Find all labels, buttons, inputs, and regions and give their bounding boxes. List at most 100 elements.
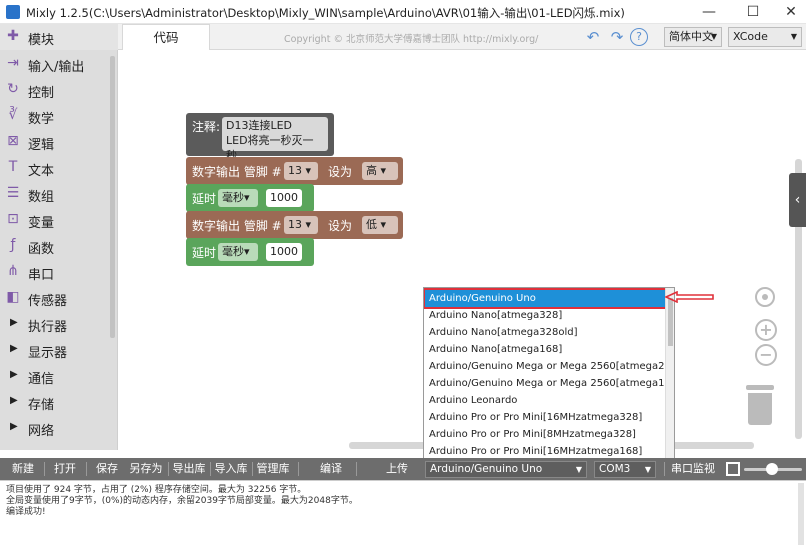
sidebar-item-communication[interactable]: ▶ 通信 — [0, 363, 110, 389]
code-panel-toggle[interactable]: ‹ — [789, 173, 806, 227]
sidebar-item-label: 函数 — [28, 242, 55, 257]
digital-write-block[interactable]: 数字输出 管脚 # 13 ▾ 设为 高 ▾ — [186, 157, 403, 185]
workspace-tabbar: 代码 Copyright © 北京师范大学傅嘉博士团队 http://mixly… — [118, 24, 806, 50]
port-select[interactable]: COM3 ▼ — [594, 461, 656, 478]
zoom-slider-handle[interactable] — [766, 463, 778, 475]
sidebar-item-label: 显示器 — [28, 346, 68, 361]
board-option[interactable]: Arduino Nano[atmega168] — [425, 341, 666, 358]
unit-value: 毫秒 — [222, 245, 244, 258]
level-value: 高 — [366, 164, 377, 177]
digital-write-block[interactable]: 数字输出 管脚 # 13 ▾ 设为 低 ▾ — [186, 211, 403, 239]
import-library-button[interactable]: 导入库 — [212, 458, 250, 480]
pin-dropdown[interactable]: 13 ▾ — [284, 216, 318, 234]
chip-icon[interactable] — [726, 462, 740, 476]
sidebar-item-storage[interactable]: ▶ 存储 — [0, 389, 110, 415]
tab-code[interactable]: 代码 — [122, 24, 210, 50]
serial-monitor-button[interactable]: 串口监视器 — [666, 458, 720, 497]
board-option[interactable]: Arduino Leonardo — [425, 392, 666, 409]
undo-icon[interactable]: ↶ — [584, 28, 602, 46]
chevron-down-icon: ▼ — [790, 32, 797, 41]
sidebar-item-sensor[interactable]: ◧ 传感器 — [0, 285, 110, 311]
export-library-button[interactable]: 导出库 — [170, 458, 208, 480]
zoom-out-icon[interactable]: − — [755, 344, 777, 366]
theme-select[interactable]: XCode ▼ — [728, 27, 802, 47]
save-button[interactable]: 保存 — [88, 458, 126, 480]
board-option[interactable]: Arduino Pro or Pro Mini[8MHzatmega328] — [425, 426, 666, 443]
zoom-in-icon[interactable]: + — [755, 319, 777, 341]
sidebar-item-label: 文本 — [28, 164, 55, 179]
recenter-icon[interactable] — [755, 287, 775, 307]
comment-label: 注释: — [192, 120, 221, 134]
board-dropdown-list[interactable]: Arduino/Genuino Uno Arduino Nano[atmega3… — [423, 287, 675, 461]
sidebar-item-logic[interactable]: ⊠ 逻辑 — [0, 129, 110, 155]
level-dropdown[interactable]: 低 ▾ — [362, 216, 398, 234]
language-select[interactable]: 简体中文 ▼ — [664, 27, 722, 47]
comment-block[interactable]: 注释: D13连接LED LED将亮一秒灭一秒 — [186, 113, 334, 162]
board-option[interactable]: Arduino Pro or Pro Mini[16MHzatmega328] — [425, 409, 666, 426]
redo-icon[interactable]: ↷ — [608, 28, 626, 46]
comment-line: D13连接LED — [226, 119, 293, 132]
new-button[interactable]: 新建 — [4, 458, 42, 480]
sidebar-item-variable[interactable]: ⊡ 变量 — [0, 207, 110, 233]
trash-icon[interactable] — [746, 385, 774, 425]
maximize-button[interactable]: ☐ — [734, 0, 772, 24]
close-button[interactable]: ✕ — [772, 0, 806, 24]
chevron-left-icon: ‹ — [794, 192, 801, 208]
open-button[interactable]: 打开 — [46, 458, 84, 480]
delay-block[interactable]: 延时 毫秒▾ 1000 — [186, 238, 314, 266]
board-option[interactable]: Arduino/Genuino Uno — [424, 288, 668, 309]
toolbar-divider — [44, 462, 45, 476]
sidebar-item-label: 控制 — [28, 86, 55, 101]
variable-icon: ⊡ — [7, 211, 19, 227]
sidebar-item-network[interactable]: ▶ 网络 — [0, 415, 110, 441]
sidebar-item-display[interactable]: ▶ 显示器 — [0, 337, 110, 363]
sidebar-header: ✚ 模块 — [0, 24, 118, 50]
sidebar-item-function[interactable]: ƒ 函数 — [0, 233, 110, 259]
sidebar-item-modules[interactable]: ✚ 模块 — [0, 24, 110, 50]
save-as-button[interactable]: 另存为 — [126, 458, 166, 480]
comment-textarea[interactable]: D13连接LED LED将亮一秒灭一秒 — [222, 117, 328, 162]
delay-block[interactable]: 延时 毫秒▾ 1000 — [186, 184, 314, 212]
sidebar-scrollbar[interactable] — [110, 56, 115, 338]
board-value: Arduino/Genuino Uno — [430, 463, 543, 475]
delay-input[interactable]: 1000 — [266, 243, 302, 261]
sidebar-item-text[interactable]: T 文本 — [0, 155, 110, 181]
board-select[interactable]: Arduino/Genuino Uno ▼ — [425, 461, 587, 478]
unit-dropdown[interactable]: 毫秒▾ — [218, 189, 258, 207]
toolbar-divider — [252, 462, 253, 476]
sidebar-item-array[interactable]: ☰ 数组 — [0, 181, 110, 207]
chevron-down-icon: ▼ — [710, 32, 717, 41]
sidebar-item-label: 模块 — [28, 33, 55, 48]
dropdown-scrollbar[interactable] — [665, 288, 674, 460]
sidebar-item-control[interactable]: ↻ 控制 — [0, 77, 110, 103]
copyright-text: Copyright © 北京师范大学傅嘉博士团队 http://mixly.or… — [284, 34, 539, 45]
pin-dropdown[interactable]: 13 ▾ — [284, 162, 318, 180]
manage-library-button[interactable]: 管理库 — [254, 458, 292, 480]
upload-button[interactable]: 上传 — [378, 458, 416, 480]
sidebar-item-math[interactable]: ∛ 数学 — [0, 103, 110, 129]
sidebar-item-serial[interactable]: ⋔ 串口 — [0, 259, 110, 285]
delay-input[interactable]: 1000 — [266, 189, 302, 207]
help-icon[interactable]: ? — [630, 28, 648, 46]
pin-value: 13 — [288, 164, 302, 177]
sidebar-item-actuator[interactable]: ▶ 执行器 — [0, 311, 110, 337]
board-option[interactable]: Arduino/Genuino Mega or Mega 2560[atmega… — [425, 375, 674, 392]
board-option[interactable]: Arduino/Genuino Mega or Mega 2560[atmega… — [425, 358, 674, 375]
minimize-button[interactable]: — — [690, 0, 728, 24]
board-option[interactable]: Arduino Nano[atmega328old] — [425, 324, 666, 341]
dropdown-scrollbar-thumb[interactable] — [668, 298, 673, 346]
annotation-arrow-icon — [665, 291, 714, 303]
compile-button[interactable]: 编译 — [312, 458, 350, 480]
unit-dropdown[interactable]: 毫秒▾ — [218, 243, 258, 261]
sidebar-item-label: 网络 — [28, 424, 55, 439]
level-dropdown[interactable]: 高 ▾ — [362, 162, 398, 180]
chevron-down-icon: ▼ — [644, 465, 651, 474]
console-line: 全局变量使用了9字节，(0%)的动态内存，余留2039字节局部变量。最大为204… — [6, 496, 358, 506]
board-option[interactable]: Arduino Nano[atmega328] — [425, 307, 666, 324]
console-scrollbar[interactable] — [798, 483, 804, 545]
sidebar-item-label: 数组 — [28, 190, 55, 205]
trash-lid — [746, 385, 774, 390]
sidebar-item-io[interactable]: ⇥ 输入/输出 — [0, 51, 110, 77]
toolbar-divider — [664, 462, 665, 476]
math-icon: ∛ — [8, 107, 18, 123]
